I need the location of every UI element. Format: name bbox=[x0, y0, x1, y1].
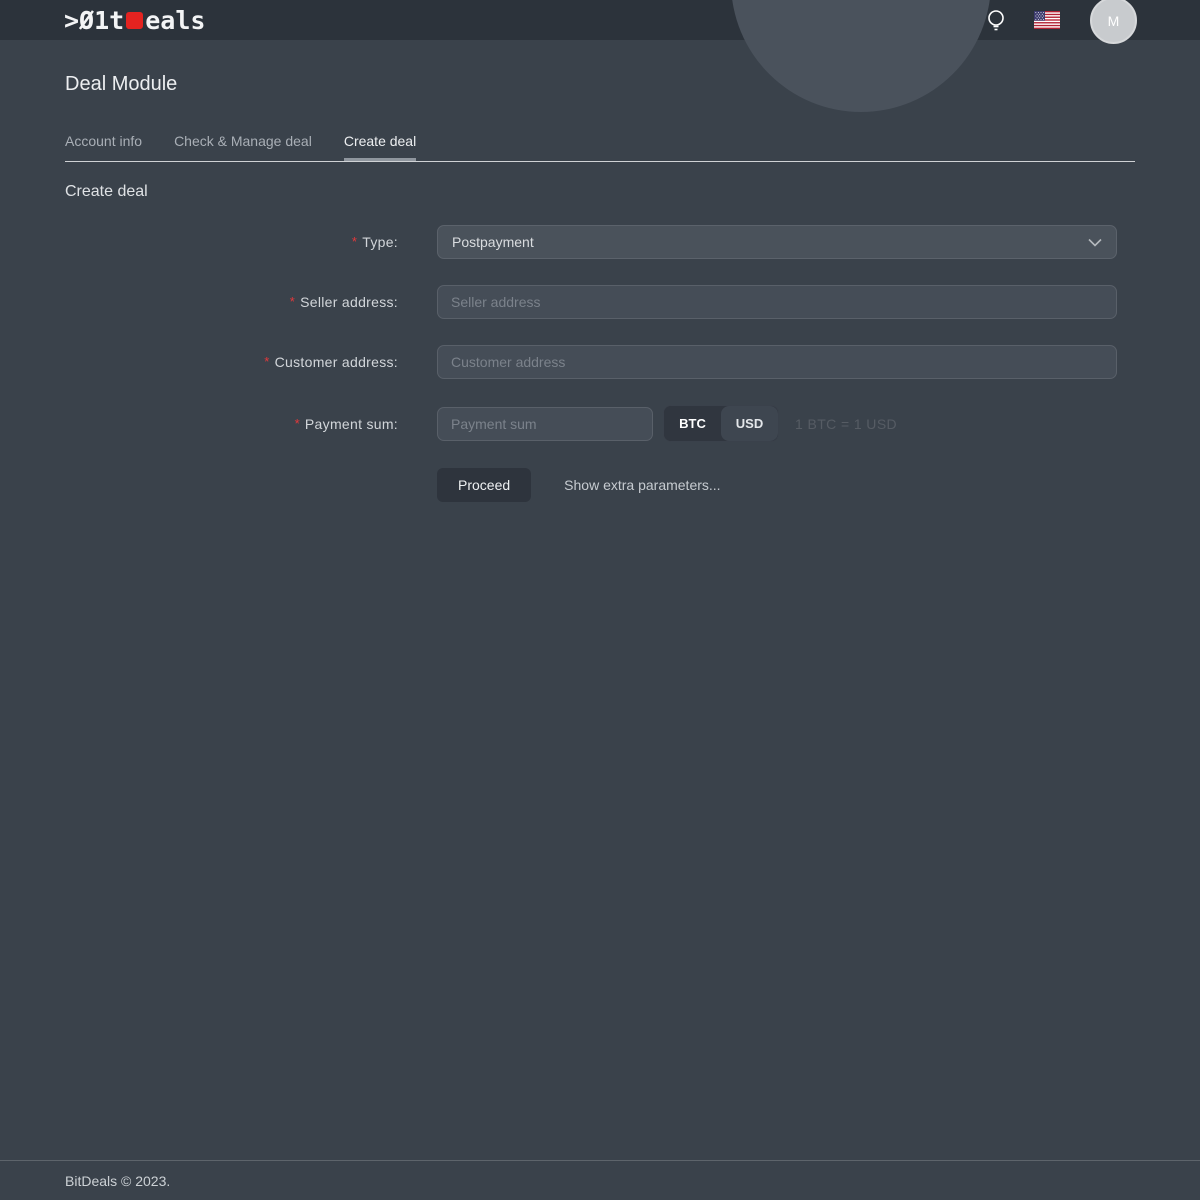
required-mark: * bbox=[352, 234, 357, 249]
header: >Ø1t eals M bbox=[0, 0, 1200, 40]
payment-sum-label: *Payment sum: bbox=[65, 416, 398, 432]
tab-bar: Account info Check & Manage deal Create … bbox=[65, 133, 1135, 162]
required-mark: * bbox=[264, 354, 269, 369]
seller-address-input[interactable] bbox=[437, 285, 1117, 319]
proceed-button[interactable]: Proceed bbox=[437, 468, 531, 502]
seller-address-row: *Seller address: bbox=[65, 285, 1135, 319]
form-actions: Proceed Show extra parameters... bbox=[437, 468, 1135, 502]
language-selector[interactable] bbox=[1034, 11, 1060, 29]
chevron-down-icon bbox=[1088, 238, 1102, 247]
currency-option-btc[interactable]: BTC bbox=[664, 406, 721, 441]
logo-text-prefix: >Ø1t bbox=[64, 6, 124, 35]
required-mark: * bbox=[290, 294, 295, 309]
currency-toggle: BTC USD bbox=[663, 405, 779, 442]
type-row: *Type: Postpayment bbox=[65, 225, 1135, 259]
customer-address-input[interactable] bbox=[437, 345, 1117, 379]
us-flag-icon bbox=[1034, 11, 1060, 29]
payment-sum-input[interactable] bbox=[437, 407, 653, 441]
payment-sum-row: *Payment sum: BTC USD 1 BTC = 1 USD bbox=[65, 405, 1135, 442]
user-avatar[interactable]: M bbox=[1090, 0, 1137, 44]
main-content: Deal Module Account info Check & Manage … bbox=[0, 40, 1200, 528]
tab-account-info[interactable]: Account info bbox=[65, 133, 142, 161]
customer-address-label: *Customer address: bbox=[65, 354, 398, 370]
page-title: Deal Module bbox=[65, 73, 1135, 96]
create-deal-form: *Type: Postpayment *Seller address: bbox=[65, 225, 1135, 502]
footer: BitDeals © 2023. bbox=[0, 1160, 1200, 1200]
required-mark: * bbox=[295, 416, 300, 431]
logo-text-suffix: eals bbox=[145, 6, 205, 35]
tab-check-manage-deal[interactable]: Check & Manage deal bbox=[174, 133, 312, 161]
section-title: Create deal bbox=[65, 183, 1135, 201]
type-select-value: Postpayment bbox=[452, 234, 1088, 250]
tab-create-deal[interactable]: Create deal bbox=[344, 133, 416, 161]
currency-option-usd[interactable]: USD bbox=[721, 406, 778, 441]
logo-d-square-icon bbox=[126, 12, 143, 29]
theme-toggle-button[interactable] bbox=[983, 7, 1009, 33]
show-extra-parameters-link[interactable]: Show extra parameters... bbox=[564, 477, 720, 493]
lightbulb-icon bbox=[983, 7, 1009, 33]
customer-address-row: *Customer address: bbox=[65, 345, 1135, 379]
app-logo[interactable]: >Ø1t eals bbox=[64, 6, 205, 35]
seller-address-label: *Seller address: bbox=[65, 294, 398, 310]
footer-copyright: BitDeals © 2023. bbox=[65, 1173, 170, 1189]
avatar-initial: M bbox=[1108, 13, 1120, 29]
type-label: *Type: bbox=[65, 234, 398, 250]
type-select[interactable]: Postpayment bbox=[437, 225, 1117, 259]
exchange-rate-text: 1 BTC = 1 USD bbox=[795, 416, 897, 432]
